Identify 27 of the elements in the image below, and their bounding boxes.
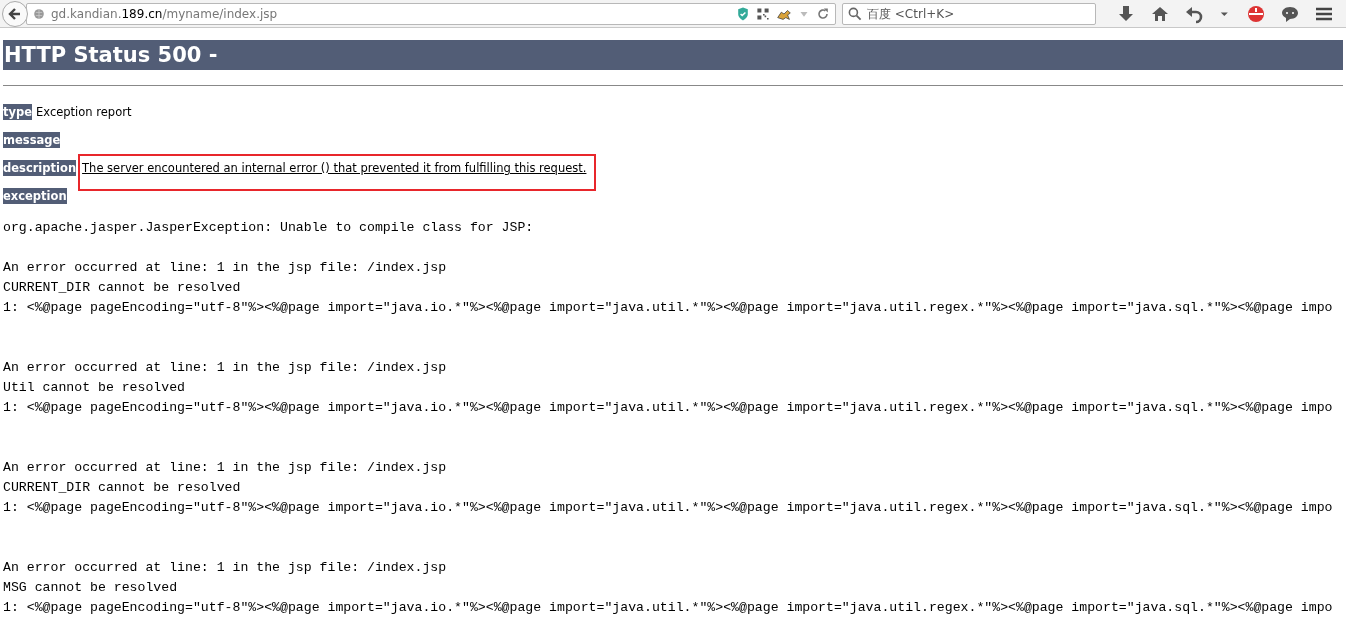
exception-text: org.apache.jasper.JasperException: Unable to compile class for JSP: [3,219,535,237]
source-line: 1: <%@page pageEncoding="utf-8"%><%@page import="java.io.*"%><%@page import="java.util.*"%><%@page import="java.util.regex.*"%><%@page import="java.sql.*"%><%@page impo [3,499,1334,517]
back-button[interactable] [2,0,28,27]
error-location: An error occurred at line: 1 in the jsp file: /index.jsp [3,459,448,477]
source-line: 1: <%@page pageEncoding="utf-8"%><%@page import="java.io.*"%><%@page import="java.util.*"%><%@page import="java.util.regex.*"%><%@page import="java.sql.*"%><%@page impo [3,599,1334,617]
error-location: An error occurred at line: 1 in the jsp file: /index.jsp [3,359,448,377]
source-line: 1: <%@page pageEncoding="utf-8"%><%@page import="java.io.*"%><%@page import="java.util.*"%><%@page import="java.util.regex.*"%><%@page import="java.sql.*"%><%@page impo [3,399,1334,417]
field-value: Exception report [36,105,132,119]
error-location: An error occurred at line: 1 in the jsp file: /index.jsp [3,559,448,577]
page-heading: HTTP Status 500 - [3,40,1343,70]
error-message: MSG cannot be resolved [3,579,179,597]
source-line: 1: <%@page pageEncoding="utf-8"%><%@page import="java.io.*"%><%@page import="java.util.*"%><%@page import="java.util.regex.*"%><%@page import="java.sql.*"%><%@page impo [3,299,1334,317]
error-message: CURRENT_DIR cannot be resolved [3,479,242,497]
field-label: description [3,160,77,176]
extension-icon[interactable] [1246,3,1266,24]
back-arrow-icon [8,6,22,21]
address-bar[interactable]: gd.kandian.189.cn/myname/index.jsp [26,2,836,25]
error-location: An error occurred at line: 1 in the jsp file: /index.jsp [3,259,448,277]
error-message: Util cannot be resolved [3,379,187,397]
search-field[interactable]: 百度 <Ctrl+K> [842,2,1096,25]
url-text: gd.kandian.189.cn/myname/index.jsp [51,6,278,21]
error-message: CURRENT_DIR cannot be resolved [3,279,242,297]
search-input[interactable]: 百度 <Ctrl+K> [867,6,1087,21]
field-label: message [3,132,61,148]
field-label: type [3,104,33,120]
field-label: exception [3,188,67,204]
field-value: The server encountered an internal error () that prevented it from fulfilling this request. [80,156,595,189]
